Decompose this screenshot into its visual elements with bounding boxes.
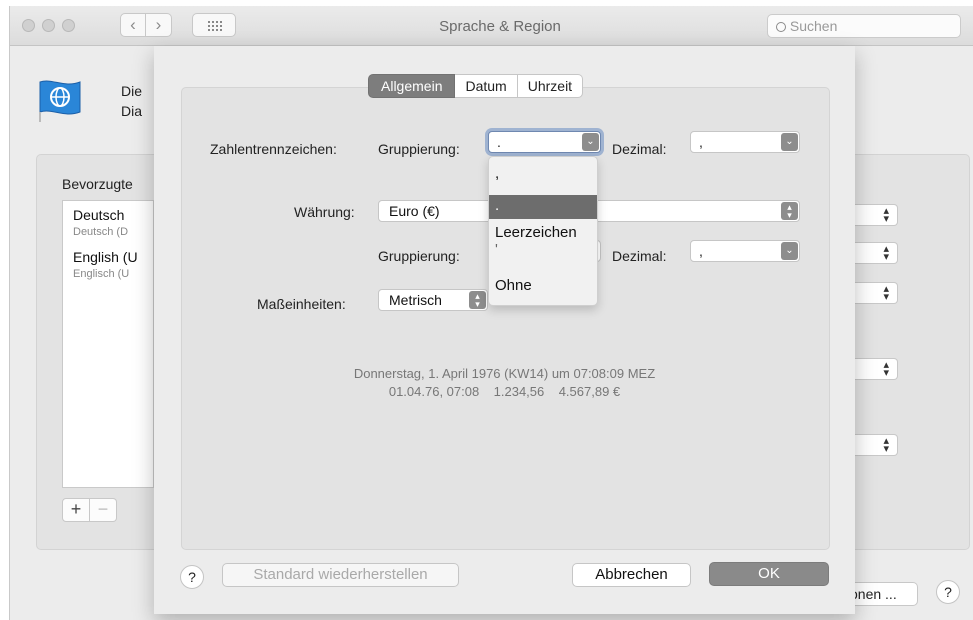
search-placeholder: Suchen: [789, 18, 838, 34]
show-all-button[interactable]: [192, 13, 236, 37]
language-item-name[interactable]: Deutsch: [73, 207, 124, 223]
time-format-popup[interactable]: ▴ ▾: [848, 358, 898, 380]
updown-icon: ▴ ▾: [883, 283, 889, 303]
grouping-value: .: [497, 134, 501, 150]
currency-grouping-label: Gruppierung:: [378, 248, 460, 264]
language-item-name[interactable]: English (U: [73, 249, 138, 265]
advanced-button[interactable]: onen ...: [848, 582, 918, 606]
header-line-2: Dia: [121, 103, 143, 119]
cancel-button[interactable]: Abbrechen: [572, 563, 691, 587]
decimal-label: Dezimal:: [612, 141, 667, 157]
window-title: Sprache & Region: [439, 18, 561, 35]
chevron-right-icon: ›: [155, 15, 162, 34]
calendar-popup[interactable]: ▴ ▾: [848, 282, 898, 304]
currency-decimal-label: Dezimal:: [612, 248, 667, 264]
remove-language-button[interactable]: −: [90, 498, 117, 522]
updown-icon: ▴ ▾: [883, 359, 889, 379]
units-value: Metrisch: [389, 292, 442, 308]
search-field[interactable]: Suchen: [767, 14, 961, 38]
chevron-left-icon: ‹: [130, 15, 136, 34]
menu-item-apostrophe[interactable]: ': [489, 239, 597, 263]
advanced-sheet: Allgemein Datum Uhrzeit Zahlentrennzeich…: [154, 46, 855, 614]
currency-decimal-value: ,: [699, 243, 703, 259]
zoom-window-button[interactable]: [62, 19, 75, 32]
title-bar: ‹ › Sprache & Region Suchen: [10, 6, 973, 46]
ok-button[interactable]: OK: [709, 562, 829, 586]
chevron-down-icon: ⌄: [781, 242, 798, 260]
tab-date[interactable]: Datum: [455, 74, 518, 98]
units-label: Maßeinheiten:: [257, 296, 346, 312]
decimal-popup[interactable]: , ⌄: [690, 131, 800, 153]
sheet-help-button[interactable]: ?: [180, 565, 204, 589]
updown-icon: ▴ ▾: [781, 202, 798, 220]
region-popup[interactable]: ▴ ▾: [848, 204, 898, 226]
chevron-down-icon: ⌄: [582, 133, 599, 151]
preferences-window: ‹ › Sprache & Region Suchen Die Dia Bevo…: [9, 6, 973, 620]
tab-bar: Allgemein Datum Uhrzeit: [368, 74, 584, 98]
tab-time[interactable]: Uhrzeit: [517, 74, 584, 98]
back-button[interactable]: ‹: [120, 13, 146, 37]
close-window-button[interactable]: [22, 19, 35, 32]
menu-item-period[interactable]: .: [489, 195, 597, 219]
chevron-down-icon: ⌄: [781, 133, 798, 151]
format-preview-line-2: 01.04.76, 07:08 1.234,56 4.567,89 €: [388, 384, 621, 399]
currency-decimal-popup[interactable]: , ⌄: [690, 240, 800, 262]
first-weekday-popup[interactable]: ▴ ▾: [848, 242, 898, 264]
language-list[interactable]: Deutsch Deutsch (D English (U Englisch (…: [62, 200, 154, 488]
add-language-button[interactable]: +: [62, 498, 90, 522]
language-item-sub: Deutsch (D: [73, 226, 129, 238]
menu-item-comma[interactable]: ,: [489, 163, 597, 187]
number-separators-label: Zahlentrennzeichen:: [210, 141, 337, 157]
search-icon: [776, 22, 786, 32]
forward-button[interactable]: ›: [146, 13, 172, 37]
header-line-1: Die: [121, 83, 143, 99]
grouping-popup[interactable]: . ⌄: [488, 131, 601, 153]
grouping-dropdown-menu: , . Leerzeichen ' Ohne: [488, 156, 598, 306]
preferred-languages-title: Bevorzugte: [62, 176, 133, 192]
units-popup[interactable]: Metrisch ▴ ▾: [378, 289, 488, 311]
updown-icon: ▴ ▾: [883, 243, 889, 263]
minimize-window-button[interactable]: [42, 19, 55, 32]
language-item-sub: Englisch (U: [73, 268, 130, 280]
help-button[interactable]: ?: [936, 580, 960, 604]
flag-icon: [39, 80, 81, 122]
header-description: Die Dia: [121, 81, 142, 121]
restore-defaults-button[interactable]: Standard wiederherstellen: [222, 563, 459, 587]
currency-value: Euro (€): [389, 203, 440, 219]
grouping-label: Gruppierung:: [378, 141, 460, 157]
updown-icon: ▴ ▾: [883, 205, 889, 225]
currency-label: Währung:: [294, 204, 355, 220]
updown-icon: ▴ ▾: [883, 435, 889, 455]
tab-general[interactable]: Allgemein: [368, 74, 456, 98]
decimal-value: ,: [699, 134, 703, 150]
temperature-popup[interactable]: ▴ ▾: [848, 434, 898, 456]
updown-icon: ▴ ▾: [469, 291, 486, 309]
menu-item-none[interactable]: Ohne: [489, 275, 597, 299]
format-preview-line-1: Donnerstag, 1. April 1976 (KW14) um 07:0…: [353, 366, 656, 381]
